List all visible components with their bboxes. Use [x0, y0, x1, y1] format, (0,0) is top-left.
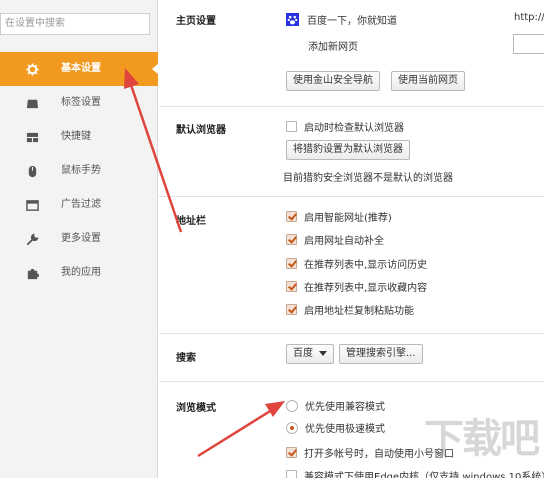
radio[interactable] — [286, 399, 298, 412]
option-show-favorites[interactable]: 在推荐列表中,显示收藏内容 — [286, 279, 427, 294]
section-title-search: 搜索 — [176, 353, 196, 364]
check-default-on-startup[interactable]: 启动时检查默认浏览器 — [286, 119, 404, 134]
set-default-browser-button[interactable]: 将猎豹设置为默认浏览器 — [286, 140, 410, 160]
section-address-bar: 地址栏 启用智能网址(推荐) 启用网址自动补全 在推荐列表中,显示访问历史 在推… — [159, 197, 544, 334]
section-search: 搜索 百度 管理搜索引擎... — [159, 334, 544, 382]
tab-icon — [26, 99, 39, 109]
checkbox[interactable] — [286, 121, 297, 132]
sidebar-item-label: 基本设置 — [61, 63, 101, 74]
sidebar-item-shortcuts[interactable]: 快捷键 — [0, 120, 158, 154]
chevron-down-icon — [319, 350, 327, 356]
watermark-logo: 下载吧 — [424, 416, 540, 462]
option-show-history[interactable]: 在推荐列表中,显示访问历史 — [286, 256, 427, 271]
option-copy-paste[interactable]: 启用地址栏复制粘贴功能 — [286, 302, 414, 317]
checkbox[interactable] — [286, 281, 297, 292]
checkbox[interactable] — [286, 447, 297, 458]
manage-search-engines-button[interactable]: 管理搜索引擎... — [339, 344, 423, 364]
option-autocomplete[interactable]: 启用网址自动补全 — [286, 232, 384, 247]
sidebar-nav: 基本设置 标签设置 快捷键 鼠标手势 广告过滤 更多设置 我的应用 — [0, 52, 159, 290]
section-title-browse-mode: 浏览模式 — [176, 403, 216, 414]
sidebar-item-ad-filter[interactable]: 广告过滤 — [0, 188, 158, 222]
checkbox[interactable] — [286, 211, 297, 222]
sidebar-item-mouse-gestures[interactable]: 鼠标手势 — [0, 154, 158, 188]
radio[interactable] — [286, 421, 298, 434]
checkbox[interactable] — [286, 304, 297, 315]
option-smart-url[interactable]: 启用智能网址(推荐) — [286, 209, 392, 224]
sidebar-item-label: 我的应用 — [61, 267, 101, 278]
sidebar-item-basic-settings[interactable]: 基本设置 — [0, 52, 159, 86]
window-icon — [26, 200, 39, 211]
sidebar-item-label: 更多设置 — [61, 233, 101, 244]
settings-search-input[interactable]: 在设置中搜索 — [0, 13, 150, 35]
keyboard-icon — [26, 132, 39, 143]
checkbox[interactable] — [286, 234, 297, 245]
homepage-url-input[interactable] — [513, 34, 544, 54]
puzzle-icon — [27, 268, 39, 280]
section-title-home: 主页设置 — [176, 16, 216, 27]
section-default-browser: 默认浏览器 启动时检查默认浏览器 将猎豹设置为默认浏览器 目前猎豹安全浏览器不是… — [159, 107, 544, 197]
use-kingsoft-nav-button[interactable]: 使用金山安全导航 — [286, 71, 380, 91]
radio-fast-mode[interactable]: 优先使用极速模式 — [286, 420, 385, 435]
sidebar-item-label: 快捷键 — [61, 131, 91, 142]
checkbox[interactable] — [286, 258, 297, 269]
sidebar-item-more-settings[interactable]: 更多设置 — [0, 222, 158, 256]
section-title-address-bar: 地址栏 — [176, 216, 206, 227]
sidebar-item-tab-settings[interactable]: 标签设置 — [0, 86, 158, 120]
search-engine-select[interactable]: 百度 — [286, 344, 334, 364]
default-browser-status: 目前猎豹安全浏览器不是默认的浏览器 — [283, 173, 453, 184]
checkbox[interactable] — [286, 470, 297, 478]
gear-icon — [26, 63, 39, 76]
radio-compat-mode[interactable]: 优先使用兼容模式 — [286, 398, 385, 413]
wrench-icon — [26, 233, 39, 246]
use-current-page-button[interactable]: 使用当前网页 — [391, 71, 465, 91]
sidebar: 在设置中搜索 基本设置 标签设置 快捷键 鼠标手势 广告过滤 更多设置 我的应用 — [0, 0, 159, 478]
section-home: 主页设置 百度一下，你就知道 http:// 添加新网页 使用金山安全导航 使用… — [159, 0, 544, 107]
mouse-icon — [28, 165, 37, 178]
homepage-entry: 百度一下，你就知道 — [286, 12, 397, 27]
homepage-url: http:// — [514, 12, 544, 23]
sidebar-item-my-apps[interactable]: 我的应用 — [0, 256, 158, 290]
sidebar-item-label: 鼠标手势 — [61, 165, 101, 176]
sidebar-item-label: 广告过滤 — [61, 199, 101, 210]
add-new-page-link[interactable]: 添加新网页 — [308, 38, 358, 53]
baidu-paw-icon — [286, 13, 299, 26]
section-title-default-browser: 默认浏览器 — [176, 125, 226, 136]
option-edge-kernel[interactable]: 兼容模式下使用Edge内核（仅支持 windows 10系统） — [286, 468, 544, 478]
homepage-site-name: 百度一下，你就知道 — [307, 16, 397, 27]
sidebar-item-label: 标签设置 — [61, 97, 101, 108]
